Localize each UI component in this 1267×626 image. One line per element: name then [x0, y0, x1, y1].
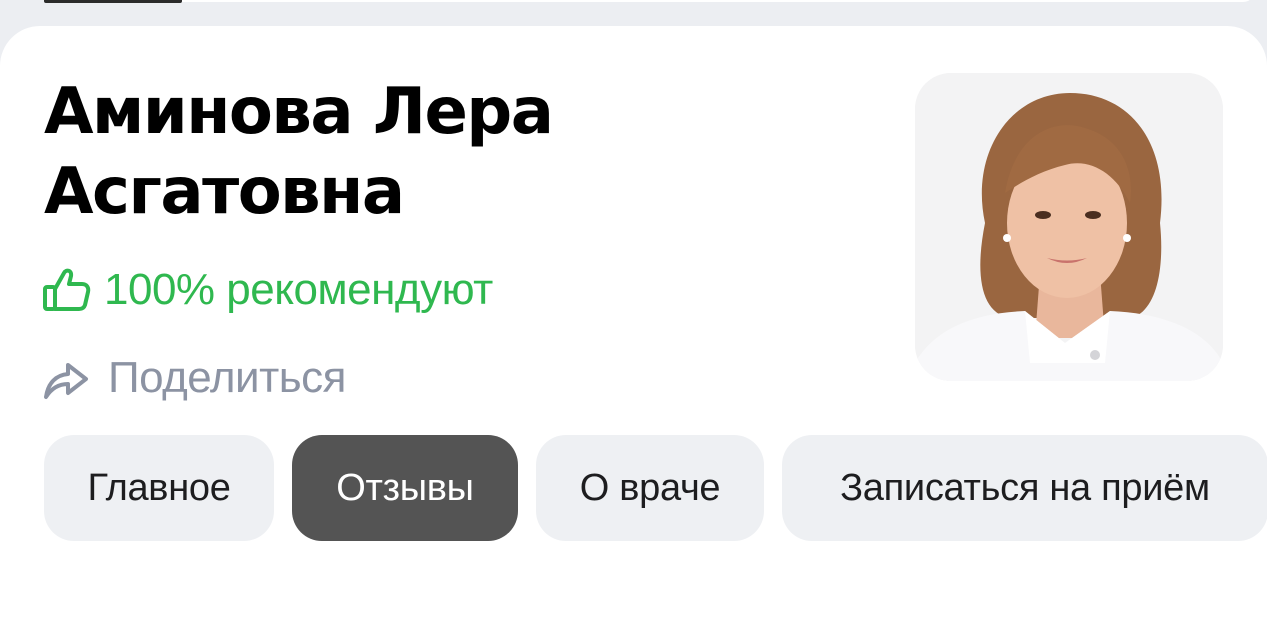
selected-indicator: [44, 0, 182, 3]
share-label: Поделиться: [108, 353, 346, 402]
share-button[interactable]: Поделиться: [42, 350, 346, 406]
doctor-name-line2: Асгатовна: [44, 155, 405, 229]
tab-main[interactable]: Главное: [44, 435, 274, 541]
recommend-text: 100% рекомендуют: [104, 265, 493, 314]
recommend-rating: 100% рекомендуют: [42, 262, 493, 318]
tab-book-appointment[interactable]: Записаться на приём: [782, 435, 1267, 541]
tab-reviews[interactable]: Отзывы: [292, 435, 518, 541]
tab-bar: Главное Отзывы О враче Записаться на при…: [44, 435, 1267, 541]
search-field-edge[interactable]: [40, 0, 1255, 2]
thumbs-up-icon: [42, 265, 92, 315]
share-arrow-icon: [42, 353, 92, 403]
doctor-name: Аминова Лера Асгатовна: [44, 72, 844, 232]
tab-about-doctor[interactable]: О враче: [536, 435, 764, 541]
doctor-name-line1: Аминова Лера: [44, 75, 554, 149]
doctor-photo[interactable]: [915, 73, 1223, 381]
